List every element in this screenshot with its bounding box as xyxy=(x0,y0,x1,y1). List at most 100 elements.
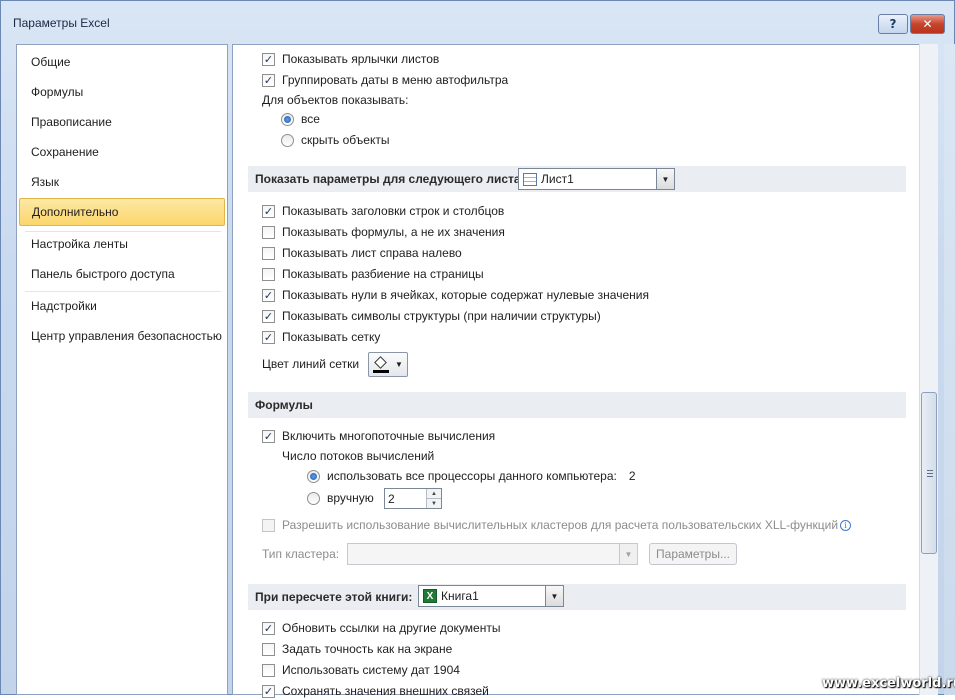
grip-icon xyxy=(927,476,933,477)
section-title: Показать параметры для следующего листа: xyxy=(255,172,525,186)
radio-empty-icon xyxy=(307,491,320,505)
show-sheet-tabs-checkbox[interactable]: ✓ Показывать ярлычки листов xyxy=(262,50,439,68)
section-title: При пересчете этой книги: xyxy=(255,590,413,604)
content-scrollbar[interactable] xyxy=(919,44,938,695)
workbook-select-value: Книга1 xyxy=(441,589,479,603)
date-system-1904-checkbox[interactable]: Использовать систему дат 1904 xyxy=(262,661,460,679)
checkbox-label: Разрешить использование вычислительных к… xyxy=(282,518,839,532)
recalc-header: При пересчете этой книги: xyxy=(248,584,906,610)
nav-item-label: Надстройки xyxy=(31,299,97,313)
workbook-select[interactable]: X Книга1 ▼ xyxy=(418,585,564,607)
show-zeros-checkbox[interactable]: ✓ Показывать нули в ячейках, которые соде… xyxy=(262,286,649,304)
window-title: Параметры Excel xyxy=(13,16,110,30)
nav-item-trust-center[interactable]: Центр управления безопасностью xyxy=(19,322,225,350)
radio-label: скрыть объекты xyxy=(301,133,390,147)
nav-item-general[interactable]: Общие xyxy=(19,48,225,76)
checkbox-checked-icon: ✓ xyxy=(262,73,275,87)
cluster-type-select: ▼ xyxy=(347,543,638,565)
chevron-down-icon[interactable]: ▼ xyxy=(656,169,674,189)
checkbox-checked-icon: ✓ xyxy=(262,204,275,218)
update-links-checkbox[interactable]: ✓ Обновить ссылки на другие документы xyxy=(262,619,500,637)
checkbox-label: Показывать заголовки строк и столбцов xyxy=(282,204,505,218)
nav-item-label: Дополнительно xyxy=(32,205,119,219)
checkbox-unchecked-icon xyxy=(262,642,275,656)
radio-label: все xyxy=(301,112,320,126)
checkbox-label: Показывать разбиение на страницы xyxy=(282,267,484,281)
info-icon[interactable]: i xyxy=(840,519,852,531)
thread-count-spinner[interactable]: 2 ▲ ▼ xyxy=(384,488,442,509)
window-border xyxy=(944,44,955,695)
radio-selected-icon xyxy=(307,469,320,483)
use-all-processors-radio[interactable]: использовать все процессоры данного комп… xyxy=(307,467,636,485)
checkbox-label: Показывать лист справа налево xyxy=(282,246,462,260)
paint-bucket-icon xyxy=(373,355,389,373)
sheet-select-value: Лист1 xyxy=(541,172,574,186)
close-button[interactable]: ✕ xyxy=(910,14,945,34)
nav-item-proofing[interactable]: Правописание xyxy=(19,108,225,136)
checkbox-label: Показывать нули в ячейках, которые содер… xyxy=(282,288,649,302)
checkbox-label: Задать точность как на экране xyxy=(282,642,453,656)
checkbox-label: Показывать ярлычки листов xyxy=(282,52,440,66)
chevron-down-icon: ▼ xyxy=(395,360,403,369)
chevron-down-icon[interactable]: ▼ xyxy=(545,586,563,606)
nav-item-customize-ribbon[interactable]: Настройка ленты xyxy=(19,230,225,258)
spinner-down-icon: ▼ xyxy=(427,498,441,508)
cluster-type-label: Тип кластера: xyxy=(262,547,340,561)
options-navigation: Общие Формулы Правописание Сохранение Яз… xyxy=(16,44,228,695)
cluster-params-button: Параметры... xyxy=(649,543,737,565)
nav-item-label: Язык xyxy=(31,175,60,189)
precision-as-displayed-checkbox[interactable]: Задать точность как на экране xyxy=(262,640,452,658)
help-button[interactable]: ? xyxy=(878,14,908,34)
checkbox-label: Группировать даты в меню автофильтра xyxy=(282,73,509,87)
nav-item-label: Общие xyxy=(31,55,71,69)
formulas-header: Формулы xyxy=(248,392,906,418)
scrollbar-thumb[interactable] xyxy=(921,392,937,554)
sheet-select[interactable]: Лист1 ▼ xyxy=(518,168,675,190)
processor-count: 2 xyxy=(628,469,636,483)
radio-label: использовать все процессоры данного комп… xyxy=(327,469,617,483)
checkbox-label: Использовать систему дат 1904 xyxy=(282,663,460,677)
nav-item-formulas[interactable]: Формулы xyxy=(19,78,225,106)
nav-item-label: Сохранение xyxy=(31,145,99,159)
checkbox-unchecked-icon xyxy=(262,225,275,239)
multithreaded-checkbox[interactable]: ✓ Включить многопоточные вычисления xyxy=(262,427,495,445)
group-dates-checkbox[interactable]: ✓ Группировать даты в меню автофильтра xyxy=(262,71,508,89)
gridline-color-button[interactable]: ▼ xyxy=(368,352,408,377)
checkbox-label: Сохранять значения внешних связей xyxy=(282,684,489,698)
nav-item-label: Формулы xyxy=(31,85,84,99)
spinner-arrows[interactable]: ▲ ▼ xyxy=(426,489,441,508)
objects-all-radio[interactable]: все xyxy=(281,110,320,128)
outline-symbols-checkbox[interactable]: ✓ Показывать символы структуры (при налич… xyxy=(262,307,601,325)
nav-item-language[interactable]: Язык xyxy=(19,168,225,196)
objects-hide-radio[interactable]: скрыть объекты xyxy=(281,131,389,149)
thread-count-value: 2 xyxy=(388,491,395,506)
checkbox-checked-icon: ✓ xyxy=(262,330,275,344)
nav-item-label: Панель быстрого доступа xyxy=(31,267,175,281)
checkbox-checked-icon: ✓ xyxy=(262,309,275,323)
nav-item-advanced[interactable]: Дополнительно xyxy=(19,198,225,226)
checkbox-checked-icon: ✓ xyxy=(262,621,275,635)
site-watermark: www.excelworld.ru xyxy=(822,676,955,691)
section-title: Формулы xyxy=(255,398,313,412)
radio-label: вручную xyxy=(327,491,374,505)
show-gridlines-checkbox[interactable]: ✓ Показывать сетку xyxy=(262,328,380,346)
worksheet-icon xyxy=(523,172,537,186)
checkbox-disabled-icon xyxy=(262,518,275,532)
page-breaks-checkbox[interactable]: Показывать разбиение на страницы xyxy=(262,265,484,283)
clusters-checkbox: Разрешить использование вычислительных к… xyxy=(262,516,852,534)
manual-threads-radio[interactable]: вручную xyxy=(307,489,374,507)
nav-item-label: Центр управления безопасностью xyxy=(31,329,222,343)
checkbox-unchecked-icon xyxy=(262,246,275,260)
checkbox-label: Показывать символы структуры (при наличи… xyxy=(282,309,601,323)
checkbox-label: Показывать сетку xyxy=(282,330,381,344)
show-formulas-checkbox[interactable]: Показывать формулы, а не их значения xyxy=(262,223,505,241)
show-headers-checkbox[interactable]: ✓ Показывать заголовки строк и столбцов xyxy=(262,202,504,220)
title-bar[interactable]: Параметры Excel ? ✕ xyxy=(1,1,955,45)
nav-item-quick-access-toolbar[interactable]: Панель быстрого доступа xyxy=(19,260,225,288)
checkbox-checked-icon: ✓ xyxy=(262,52,275,66)
nav-item-save[interactable]: Сохранение xyxy=(19,138,225,166)
right-to-left-checkbox[interactable]: Показывать лист справа налево xyxy=(262,244,462,262)
save-external-links-checkbox[interactable]: ✓ Сохранять значения внешних связей xyxy=(262,682,489,700)
spinner-up-icon: ▲ xyxy=(427,489,441,498)
nav-item-addins[interactable]: Надстройки xyxy=(19,292,225,320)
